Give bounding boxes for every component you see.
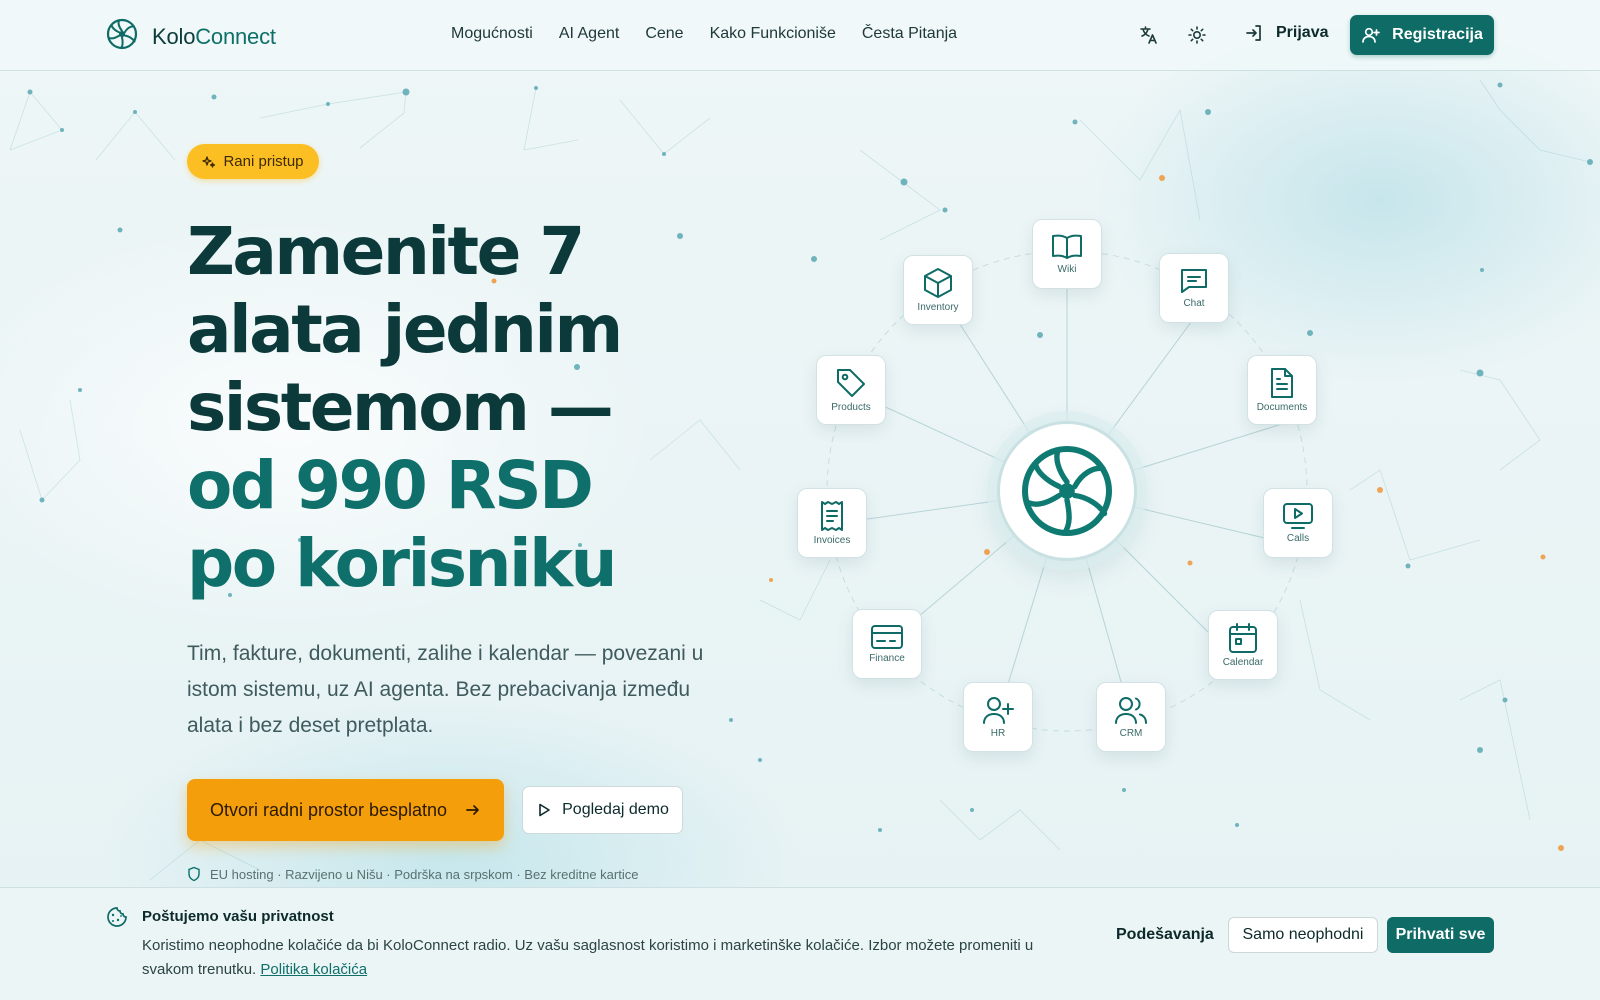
module-label: Calendar <box>1222 657 1264 668</box>
users-icon <box>1115 697 1147 724</box>
module-label: CRM <box>1119 728 1143 739</box>
module-card-wiki[interactable]: Wiki <box>1032 219 1102 289</box>
hub-center-logo <box>997 421 1137 561</box>
headline-line: sistemom — <box>187 369 614 446</box>
nav-link-pricing[interactable]: Cene <box>645 25 683 43</box>
nav-links: Mogućnosti AI Agent Cene Kako Funkcioniš… <box>451 25 957 43</box>
module-label: Products <box>831 402 871 413</box>
language-button[interactable] <box>1137 23 1161 47</box>
module-card-chat[interactable]: Chat <box>1159 253 1229 323</box>
register-button[interactable]: Registracija <box>1350 15 1494 55</box>
sparkles-icon <box>202 155 216 168</box>
receipt-icon <box>821 501 843 531</box>
cookie-accept-all-button[interactable]: Prihvati sve <box>1387 917 1494 953</box>
login-icon <box>1246 25 1261 41</box>
module-card-finance[interactable]: Finance <box>852 609 922 679</box>
early-access-badge: Rani pristup <box>187 144 319 179</box>
cookie-text: Koristimo neophodne kolačiće da bi KoloC… <box>142 934 1082 982</box>
module-label: HR <box>990 728 1006 739</box>
nav-link-how-it-works[interactable]: Kako Funkcioniše <box>710 25 836 43</box>
nav-link-faq[interactable]: Česta Pitanja <box>862 25 957 43</box>
play-icon <box>539 803 550 817</box>
trust-text: EU hosting · Razvijeno u Nišu · Podrška … <box>210 866 639 882</box>
headline-line: alata jednim <box>187 291 623 368</box>
module-card-invoices[interactable]: Invoices <box>797 488 867 558</box>
demo-label: Pogledaj demo <box>562 801 669 818</box>
nav-link-ai-agent[interactable]: AI Agent <box>559 25 620 43</box>
logo-icon <box>1022 446 1112 536</box>
arrow-right-icon <box>466 805 479 815</box>
cookie-banner: Poštujemo vašu privatnost Koristimo neop… <box>0 887 1600 1000</box>
user-plus-icon <box>983 697 1014 724</box>
cookie-settings-button[interactable]: Podešavanja <box>1116 926 1214 944</box>
headline-price-line: po korisniku <box>187 525 617 602</box>
module-label: Inventory <box>917 302 959 313</box>
cookie-necessary-button[interactable]: Samo neophodni <box>1228 917 1378 953</box>
module-card-inventory[interactable]: Inventory <box>903 255 973 325</box>
translate-icon <box>1140 26 1157 44</box>
logo[interactable]: KoloConnect <box>106 18 276 55</box>
module-label: Finance <box>869 653 905 664</box>
module-card-hr[interactable]: HR <box>963 682 1033 752</box>
module-label: Chat <box>1183 298 1205 309</box>
trust-line: EU hosting · Razvijeno u Nišu · Podrška … <box>187 866 638 882</box>
box-icon <box>924 268 952 298</box>
headline-price-line: od 990 RSD <box>187 447 594 524</box>
cookie-icon <box>106 906 128 933</box>
message-icon <box>1181 269 1207 293</box>
hero-subtitle: Tim, fakture, dokumenti, zalihe i kalend… <box>187 642 704 737</box>
cta-label: Otvori radni prostor besplatno <box>209 799 448 820</box>
top-navbar: KoloConnect Mogućnosti AI Agent Cene Kak… <box>0 0 1600 71</box>
logo-icon <box>106 18 138 55</box>
logo-wordmark: KoloConnect <box>152 23 276 49</box>
register-label: Registracija <box>1392 26 1483 43</box>
cookie-policy-link[interactable]: Politika kolačića <box>260 961 367 978</box>
module-label: Wiki <box>1057 264 1077 275</box>
cookie-title: Poštujemo vašu privatnost <box>142 908 334 925</box>
login-label: Prijava <box>1276 24 1329 41</box>
document-icon <box>1271 368 1293 398</box>
nav-link-features[interactable]: Mogućnosti <box>451 25 533 43</box>
video-icon <box>1283 503 1313 529</box>
module-card-crm[interactable]: CRM <box>1096 682 1166 752</box>
module-label: Invoices <box>813 535 851 546</box>
badge-label: Rani pristup <box>223 153 304 170</box>
module-card-calls[interactable]: Calls <box>1263 488 1333 558</box>
book-icon <box>1052 234 1082 259</box>
module-card-products[interactable]: Products <box>816 355 886 425</box>
tag-icon <box>837 369 865 397</box>
sun-icon <box>1188 26 1206 44</box>
module-label: Documents <box>1256 402 1308 413</box>
calendar-icon <box>1229 623 1257 653</box>
login-button[interactable]: Prijava <box>1244 23 1328 43</box>
headline-line: Zamenite 7 <box>187 213 585 290</box>
open-workspace-button[interactable]: Otvori radni prostor besplatno <box>187 779 504 841</box>
user-plus-icon <box>1362 27 1380 43</box>
theme-toggle-button[interactable] <box>1185 23 1209 47</box>
hero-headline: Zamenite 7 alata jednim sistemom — od 99… <box>187 213 657 603</box>
watch-demo-button[interactable]: Pogledaj demo <box>522 786 683 834</box>
credit-card-icon <box>871 625 903 649</box>
module-card-calendar[interactable]: Calendar <box>1208 610 1278 680</box>
shield-icon <box>188 866 200 882</box>
module-card-documents[interactable]: Documents <box>1247 355 1317 425</box>
module-label: Calls <box>1286 533 1310 544</box>
